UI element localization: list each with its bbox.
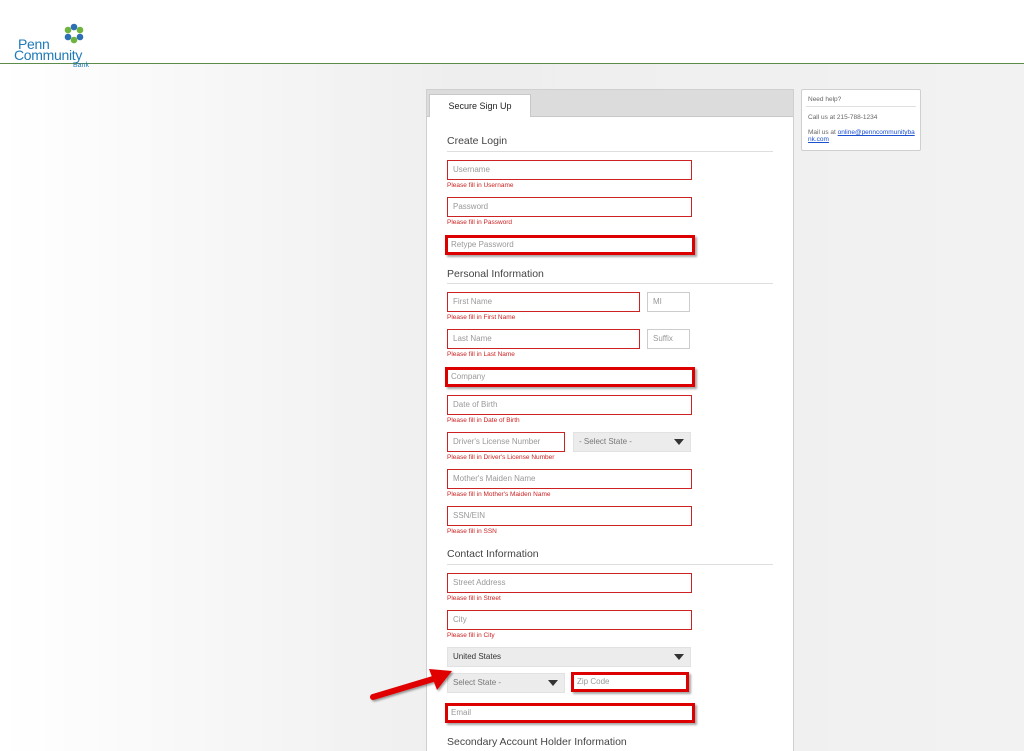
city-field[interactable]: City: [447, 610, 692, 630]
street-address-field[interactable]: Street Address: [447, 573, 692, 593]
middle-initial-field[interactable]: MI: [647, 292, 690, 312]
company-field[interactable]: Company: [445, 367, 695, 387]
chevron-down-icon: [548, 680, 558, 686]
mothers-maiden-name-error: Please fill in Mother's Maiden Name: [447, 491, 551, 498]
drivers-license-field[interactable]: Driver's License Number: [447, 432, 565, 452]
country-select[interactable]: United States: [447, 647, 691, 667]
signup-panel: Secure Sign Up Create Login Username Ple…: [426, 89, 794, 751]
state-value: Select State -: [453, 678, 502, 687]
section-divider: [447, 564, 773, 565]
first-name-field[interactable]: First Name: [447, 292, 640, 312]
username-field[interactable]: Username: [447, 160, 692, 180]
section-title-personal-information: Personal Information: [447, 268, 544, 280]
logo-text-bank: Bank: [73, 62, 89, 69]
need-help-box: Need help? Call us at 215-788-1234 Mail …: [801, 89, 921, 151]
help-divider: [806, 106, 916, 107]
section-title-contact-information: Contact Information: [447, 548, 539, 560]
logo-text-community: Community: [14, 47, 83, 63]
chevron-down-icon: [674, 654, 684, 660]
ssn-error: Please fill in SSN: [447, 528, 497, 535]
annotation-arrow-icon: [370, 669, 452, 700]
last-name-error: Please fill in Last Name: [447, 351, 515, 358]
section-divider: [447, 151, 773, 152]
help-mail-text: Mail us at online@penncommunitybank.com: [808, 129, 918, 143]
city-error: Please fill in City: [447, 632, 495, 639]
logo-flower-icon: [64, 23, 84, 44]
top-header: Penn Community Bank: [0, 0, 1024, 69]
help-phone-text: Call us at 215-788-1234: [808, 114, 878, 121]
password-field[interactable]: Password: [447, 197, 692, 217]
zip-code-field[interactable]: Zip Code: [571, 672, 689, 692]
penn-community-bank-logo[interactable]: Penn Community Bank: [6, 12, 106, 69]
date-of-birth-field[interactable]: Date of Birth: [447, 395, 692, 415]
state-select[interactable]: Select State -: [447, 673, 565, 693]
license-state-value: - Select State -: [579, 437, 632, 446]
last-name-field[interactable]: Last Name: [447, 329, 640, 349]
country-value: United States: [453, 652, 502, 661]
section-title-create-login: Create Login: [447, 135, 508, 147]
help-mail-prefix: Mail us at: [808, 129, 838, 136]
section-title-secondary-account-holder: Secondary Account Holder Information: [447, 736, 627, 748]
chevron-down-icon: [674, 439, 684, 445]
license-state-select[interactable]: - Select State -: [573, 432, 691, 452]
username-error: Please fill in Username: [447, 182, 514, 189]
help-title: Need help?: [808, 96, 842, 103]
ssn-ein-field[interactable]: SSN/EIN: [447, 506, 692, 526]
first-name-error: Please fill in First Name: [447, 314, 516, 321]
panel-tab-bar: Secure Sign Up: [427, 90, 793, 117]
suffix-field[interactable]: Suffix: [647, 329, 690, 349]
tab-secure-sign-up[interactable]: Secure Sign Up: [429, 94, 531, 117]
drivers-license-error: Please fill in Driver's License Number: [447, 454, 555, 461]
password-error: Please fill in Password: [447, 219, 513, 226]
section-divider: [447, 283, 773, 284]
mothers-maiden-name-field[interactable]: Mother's Maiden Name: [447, 469, 692, 489]
street-error: Please fill in Street: [447, 595, 501, 602]
date-of-birth-error: Please fill in Date of Birth: [447, 417, 520, 424]
retype-password-field[interactable]: Retype Password: [445, 235, 695, 255]
email-field[interactable]: Email: [445, 703, 695, 723]
